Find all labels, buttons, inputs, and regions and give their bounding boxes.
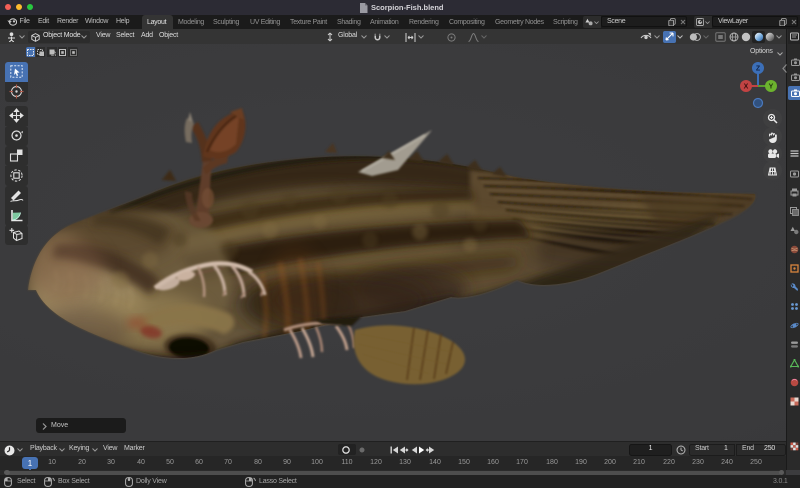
svg-text:Z: Z: [756, 66, 761, 73]
svg-text:Y: Y: [769, 84, 774, 91]
svg-text:X: X: [744, 84, 749, 91]
